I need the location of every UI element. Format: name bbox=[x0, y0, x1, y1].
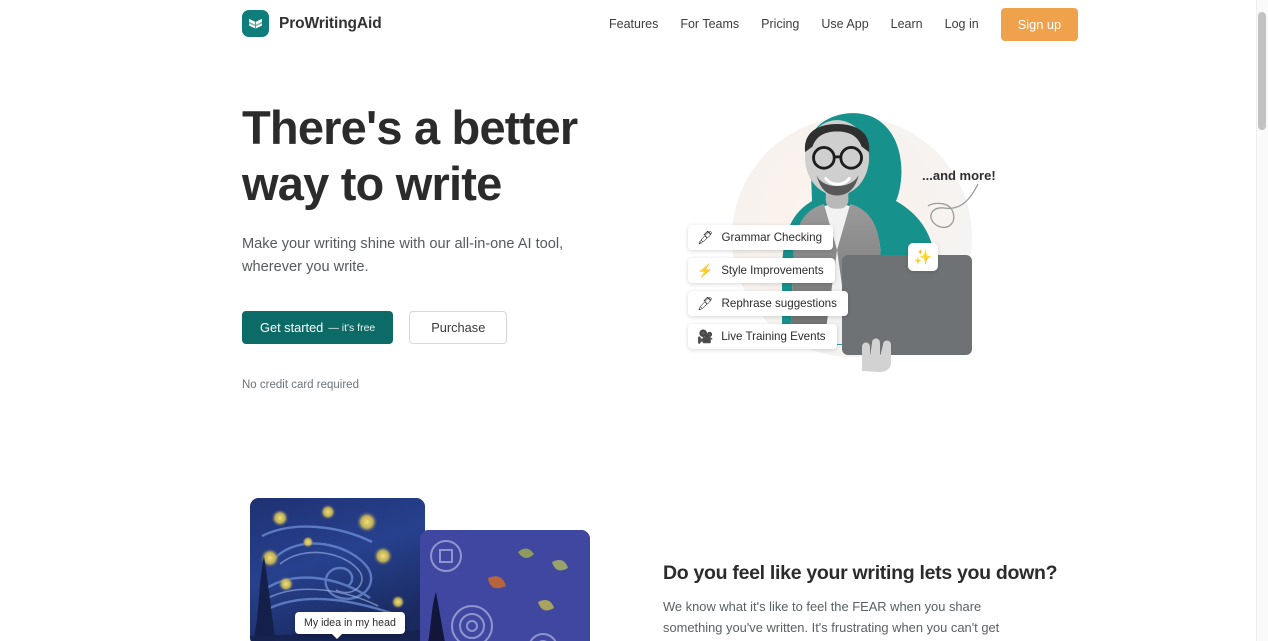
brand-logo-link[interactable]: ProWritingAid bbox=[242, 10, 382, 37]
lightning-icon: ⚡ bbox=[697, 263, 714, 278]
purchase-button[interactable]: Purchase bbox=[409, 311, 508, 344]
nav-log-in[interactable]: Log in bbox=[934, 11, 990, 37]
page-root: ProWritingAid Features For Teams Pricing… bbox=[0, 0, 1268, 641]
hero-title: There's a better way to write bbox=[242, 101, 578, 210]
feature-chip-list: 🖋 Grammar Checking ⚡ Style Improvements … bbox=[688, 225, 848, 349]
hero-illustration: ✨ ...and more! 🖋 Grammar Checking ⚡ Styl… bbox=[660, 95, 1020, 395]
pen-icon: 🖋 bbox=[697, 230, 714, 245]
brand-name: ProWritingAid bbox=[279, 14, 382, 32]
get-started-label: Get started bbox=[260, 320, 324, 335]
page-scrollbar-track[interactable] bbox=[1256, 0, 1268, 641]
video-camera-icon: 🎥 bbox=[697, 329, 714, 344]
chip-live-training-events-label: Live Training Events bbox=[721, 330, 826, 343]
get-started-button[interactable]: Get started — it's free bbox=[242, 311, 394, 344]
nav-use-app[interactable]: Use App bbox=[810, 11, 879, 37]
nav-pricing[interactable]: Pricing bbox=[750, 11, 810, 37]
lower-section-title: Do you feel like your writing lets you d… bbox=[663, 562, 1058, 584]
page-scrollbar-thumb[interactable] bbox=[1258, 12, 1266, 130]
get-started-free-label: — it's free bbox=[328, 321, 376, 334]
chip-rephrase-suggestions[interactable]: 🖊 Rephrase suggestions bbox=[688, 291, 848, 316]
idea-tooltip: My idea in my head bbox=[295, 612, 405, 639]
no-credit-card-note: No credit card required bbox=[242, 379, 359, 391]
flat-illustration-image bbox=[420, 530, 590, 641]
site-header: ProWritingAid Features For Teams Pricing… bbox=[0, 0, 1256, 48]
sign-up-button[interactable]: Sign up bbox=[1000, 7, 1079, 41]
hero-cta-group: Get started — it's free Purchase bbox=[242, 311, 642, 344]
nav-features[interactable]: Features bbox=[598, 11, 669, 37]
chip-grammar-checking[interactable]: 🖋 Grammar Checking bbox=[688, 225, 834, 250]
artwork-panels: My idea in my head bbox=[250, 498, 620, 641]
nav-learn[interactable]: Learn bbox=[880, 11, 934, 37]
lower-copy-block: Do you feel like your writing lets you d… bbox=[663, 562, 1073, 641]
chip-live-training-events[interactable]: 🎥 Live Training Events bbox=[688, 324, 837, 349]
squiggle-arrow-icon bbox=[927, 183, 979, 228]
nav-for-teams[interactable]: For Teams bbox=[669, 11, 750, 37]
magic-wand-icon: 🖊 bbox=[697, 296, 714, 311]
and-more-label: ...and more! bbox=[922, 168, 996, 183]
flat-illustration-svg bbox=[420, 530, 590, 641]
chip-style-improvements[interactable]: ⚡ Style Improvements bbox=[688, 258, 835, 283]
lower-section-body: We know what it's like to feel the FEAR … bbox=[663, 599, 1000, 635]
chip-grammar-checking-label: Grammar Checking bbox=[721, 231, 823, 244]
book-logo-icon bbox=[242, 10, 269, 37]
chip-style-improvements-label: Style Improvements bbox=[721, 264, 824, 277]
hero-subtitle: Make your writing shine with our all-in-… bbox=[242, 236, 564, 275]
hero-text-block: There's a better way to write Make your … bbox=[242, 100, 642, 391]
primary-navigation: Features For Teams Pricing Use App Learn… bbox=[598, 0, 1079, 48]
hand-illustration bbox=[862, 338, 891, 372]
chip-rephrase-suggestions-label: Rephrase suggestions bbox=[721, 297, 837, 310]
